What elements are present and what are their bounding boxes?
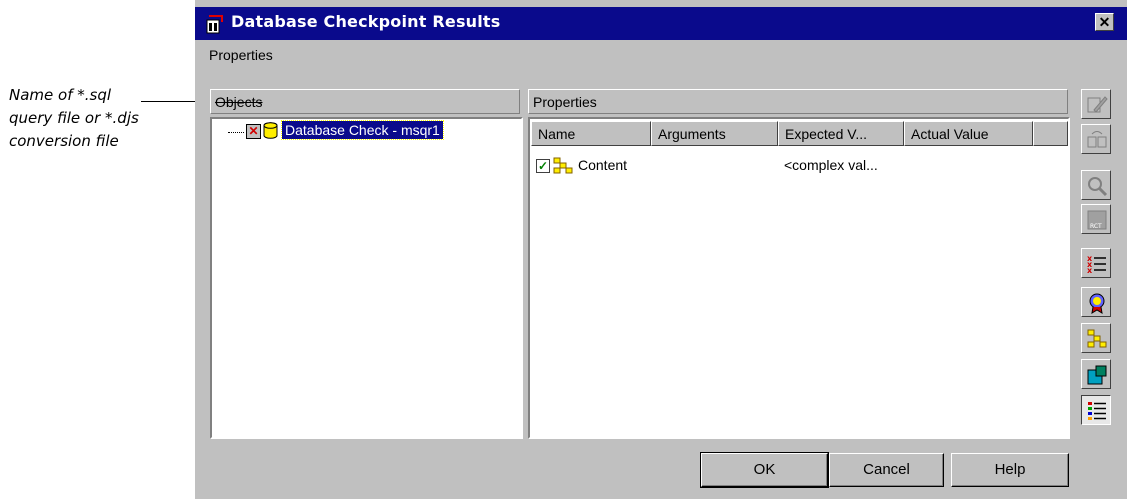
svg-text:RCT: RCT [1090,223,1102,230]
close-button[interactable]: ✕ [1095,13,1114,31]
list-button[interactable] [1081,395,1111,425]
callout-line1: Name of *.sql [9,86,112,104]
rct-button[interactable]: RCT [1081,204,1111,234]
content-button[interactable] [1081,323,1111,353]
title-bar[interactable]: Database Checkpoint Results ✕ [195,7,1127,40]
zoom-button[interactable] [1081,170,1111,200]
toggle-checks-button[interactable]: x x x [1081,248,1111,278]
window-title: Database Checkpoint Results [231,12,501,31]
table-row[interactable]: ✓ Content <complex val... [533,156,1063,176]
tree-item-database-check[interactable]: Database Check - msqr1 [281,120,444,140]
edit-icon [1087,96,1108,113]
checkbox-checked[interactable]: ✓ [536,159,550,173]
properties-header: Properties [528,89,1068,114]
failed-status-icon: ✕ [246,124,261,139]
list-icon [1088,402,1106,420]
verify-icon [1089,293,1105,314]
tree-connector [228,132,244,133]
objects-header-label: Objects [215,94,263,110]
content-icon [553,157,573,174]
svg-text:x: x [1087,266,1093,275]
column-header-actual[interactable]: Actual Value [904,121,1033,146]
ok-button[interactable]: OK [700,452,829,488]
content-icon [1087,329,1107,348]
database-button[interactable] [1081,359,1111,389]
column-header-name[interactable]: Name [531,121,651,146]
row-expected-value: <complex val... [784,157,878,173]
app-icon [206,15,223,34]
callout-line3: conversion file [9,132,119,150]
objects-header: Objects [210,89,520,114]
properties-list[interactable]: Name Arguments Expected V... Actual Valu… [528,117,1070,439]
zoom-icon [1088,177,1108,197]
objects-tree[interactable]: ✕ Database Check - msqr1 [210,117,523,439]
cancel-button[interactable]: Cancel [829,453,944,487]
edit-button[interactable] [1081,89,1111,119]
checkpoint-results-dialog: Database Checkpoint Results ✕ Properties… [195,0,1127,499]
help-button[interactable]: Help [951,453,1069,487]
database-icon [1087,365,1107,385]
callout-line2: query file or *.djs [9,109,139,127]
menu-properties[interactable]: Properties [209,47,273,63]
row-name: Content [578,157,628,173]
rct-icon: RCT [1087,210,1107,230]
verify-button[interactable] [1081,287,1111,317]
toggle-checks-icon: x x x [1087,254,1106,275]
database-icon [263,122,278,139]
compare-button[interactable] [1081,124,1111,154]
callout-annotation: Name of *.sql query file or *.djs conver… [9,84,209,153]
compare-icon [1087,131,1107,148]
column-header-expected[interactable]: Expected V... [778,121,904,146]
menu-bar: Properties [209,47,273,63]
column-header-arguments[interactable]: Arguments [651,121,778,146]
column-header-filler [1033,121,1068,146]
